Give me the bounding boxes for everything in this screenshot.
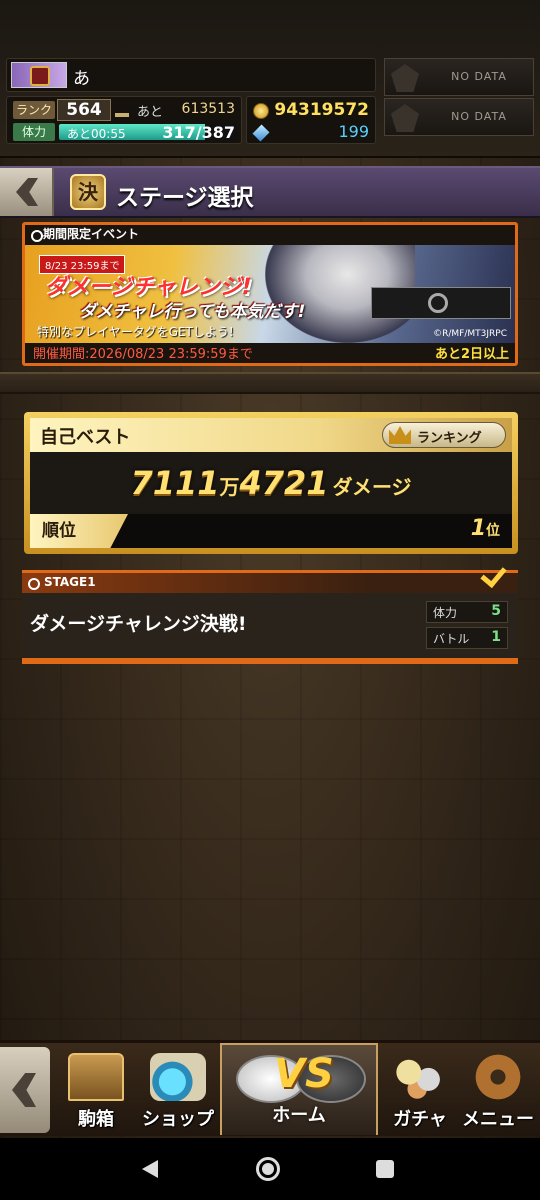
rank-value: 564: [57, 99, 111, 121]
best-score-label: 自己ベスト: [40, 427, 131, 448]
title-bar: 決 ステージ選択: [0, 166, 540, 218]
gem-value: 199: [338, 122, 369, 141]
stamina-cost: 体力 5: [426, 601, 508, 623]
coin-icon: [253, 103, 269, 119]
nav-label: ガチャ: [393, 1109, 447, 1130]
nav-item-home[interactable]: VS ホーム: [220, 1043, 378, 1135]
nav-item-shop[interactable]: ショップ: [138, 1049, 218, 1133]
best-score-value: 7111万4721 ダメージ: [30, 454, 512, 514]
coin-value: 94319572: [274, 100, 369, 120]
back-button[interactable]: [0, 168, 54, 216]
stage-name: ダメージチャレンジ決戦!: [30, 613, 247, 635]
nav-item-piece-box[interactable]: 駒箱: [56, 1049, 136, 1133]
gem-icon: [252, 124, 270, 142]
bottom-nav: 駒箱 ショップ VS ホーム ガチャ メニュー: [0, 1040, 540, 1136]
chevron-left-icon: [16, 178, 38, 206]
shop-icon: [150, 1053, 206, 1101]
system-back-icon[interactable]: [142, 1160, 158, 1178]
nav-item-menu[interactable]: メニュー: [458, 1049, 538, 1133]
page-title: ステージ選択: [116, 185, 254, 211]
score-unit-man: 万: [219, 475, 240, 499]
nav-item-gacha[interactable]: ガチャ: [380, 1049, 460, 1133]
event-tag: 期間限定イベント: [29, 225, 139, 243]
crown-icon: [389, 426, 411, 444]
friend-slot-label: NO DATA: [451, 110, 507, 123]
ornament-divider: [0, 372, 540, 394]
best-score-panel: 自己ベスト ランキング 7111万4721 ダメージ 順位 1位: [24, 412, 518, 554]
system-nav-bar: [0, 1138, 540, 1200]
stamina-label: 体力: [13, 123, 55, 141]
event-subtitle: ダメチャレ行っても本気だす!: [79, 302, 306, 322]
nav-label: ホーム: [272, 1105, 326, 1126]
gacha-icon: [392, 1053, 448, 1101]
rank-stamina-box: ランク 564 あと 613513 体力 あと00:55 317/387: [6, 96, 242, 144]
ranking-button-label: ランキング: [417, 431, 482, 446]
event-image: 8/23 23:59まで ダメージチャレンジ! ダメチャレ行っても本気だす! 特…: [25, 245, 515, 343]
event-period: 開催期間:2026/08/23 23:59:59まで: [33, 347, 253, 362]
rank-row: 順位 1位: [30, 514, 512, 548]
player-name: あ: [73, 69, 90, 89]
chevron-left-icon: [12, 1073, 36, 1107]
nav-label: ショップ: [142, 1109, 214, 1130]
stage-card[interactable]: STAGE1 ダメージチャレンジ決戦! 体力 5 バトル 1: [22, 570, 518, 664]
event-remaining: あと2日以上: [434, 347, 509, 362]
avatar-emblem-icon: [30, 66, 50, 86]
status-header: あ ランク 564 あと 613513 体力 あと00:55 317/387 9…: [0, 0, 540, 158]
friend-slot-2[interactable]: NO DATA: [384, 98, 534, 136]
currency-box[interactable]: 94319572 199: [246, 96, 376, 144]
empty-slot-icon: [391, 104, 419, 132]
system-recents-icon[interactable]: [376, 1160, 394, 1178]
stamina-value: 317/387: [162, 123, 235, 142]
checkmark-icon: [482, 561, 512, 583]
rank-row-label: 順位: [30, 514, 128, 548]
score-rest: 4721: [239, 464, 329, 502]
decision-badge-icon: 決: [70, 174, 106, 210]
nav-back-button[interactable]: [0, 1047, 50, 1133]
nav-label: メニュー: [462, 1109, 534, 1130]
event-footer: 開催期間:2026/08/23 23:59:59まで あと2日以上: [25, 343, 515, 363]
best-score-header: 自己ベスト ランキング: [30, 418, 512, 452]
player-name-bar[interactable]: あ: [6, 58, 376, 92]
avatar: [11, 62, 67, 88]
logo-swirl-icon: [428, 293, 448, 313]
exp-remaining: 613513: [181, 101, 235, 117]
friend-slot-label: NO DATA: [451, 70, 507, 83]
exp-bar: [115, 113, 129, 117]
empty-slot-icon: [391, 64, 419, 92]
battle-cost: バトル 1: [426, 627, 508, 649]
stage-tag: STAGE1: [22, 573, 518, 593]
gear-icon: [470, 1053, 526, 1101]
event-banner[interactable]: 期間限定イベント 8/23 23:59まで ダメージチャレンジ! ダメチャレ行っ…: [22, 222, 518, 366]
score-suffix: ダメージ: [332, 475, 412, 499]
event-logo: [371, 287, 511, 319]
stamina-recover-time: あと00:55: [67, 127, 126, 141]
chest-icon: [68, 1053, 124, 1101]
vs-icon: VS: [234, 1051, 368, 1105]
copyright-text: ©R/MF/MT3JRPC: [433, 329, 507, 339]
rank-label: ランク: [13, 101, 55, 119]
event-description: 特別なプレイヤータグをGETしよう!: [37, 325, 234, 339]
exp-label: あと: [137, 105, 164, 120]
friend-slot-1[interactable]: NO DATA: [384, 58, 534, 96]
system-home-icon[interactable]: [256, 1157, 280, 1181]
stage-tag-label: STAGE1: [44, 575, 96, 589]
nav-label: 駒箱: [78, 1109, 114, 1130]
best-score-inner: 自己ベスト ランキング 7111万4721 ダメージ 順位 1位: [30, 418, 512, 548]
rank-row-value: 1位: [470, 516, 500, 541]
score-man: 7111: [130, 464, 220, 502]
ranking-button[interactable]: ランキング: [382, 422, 506, 448]
